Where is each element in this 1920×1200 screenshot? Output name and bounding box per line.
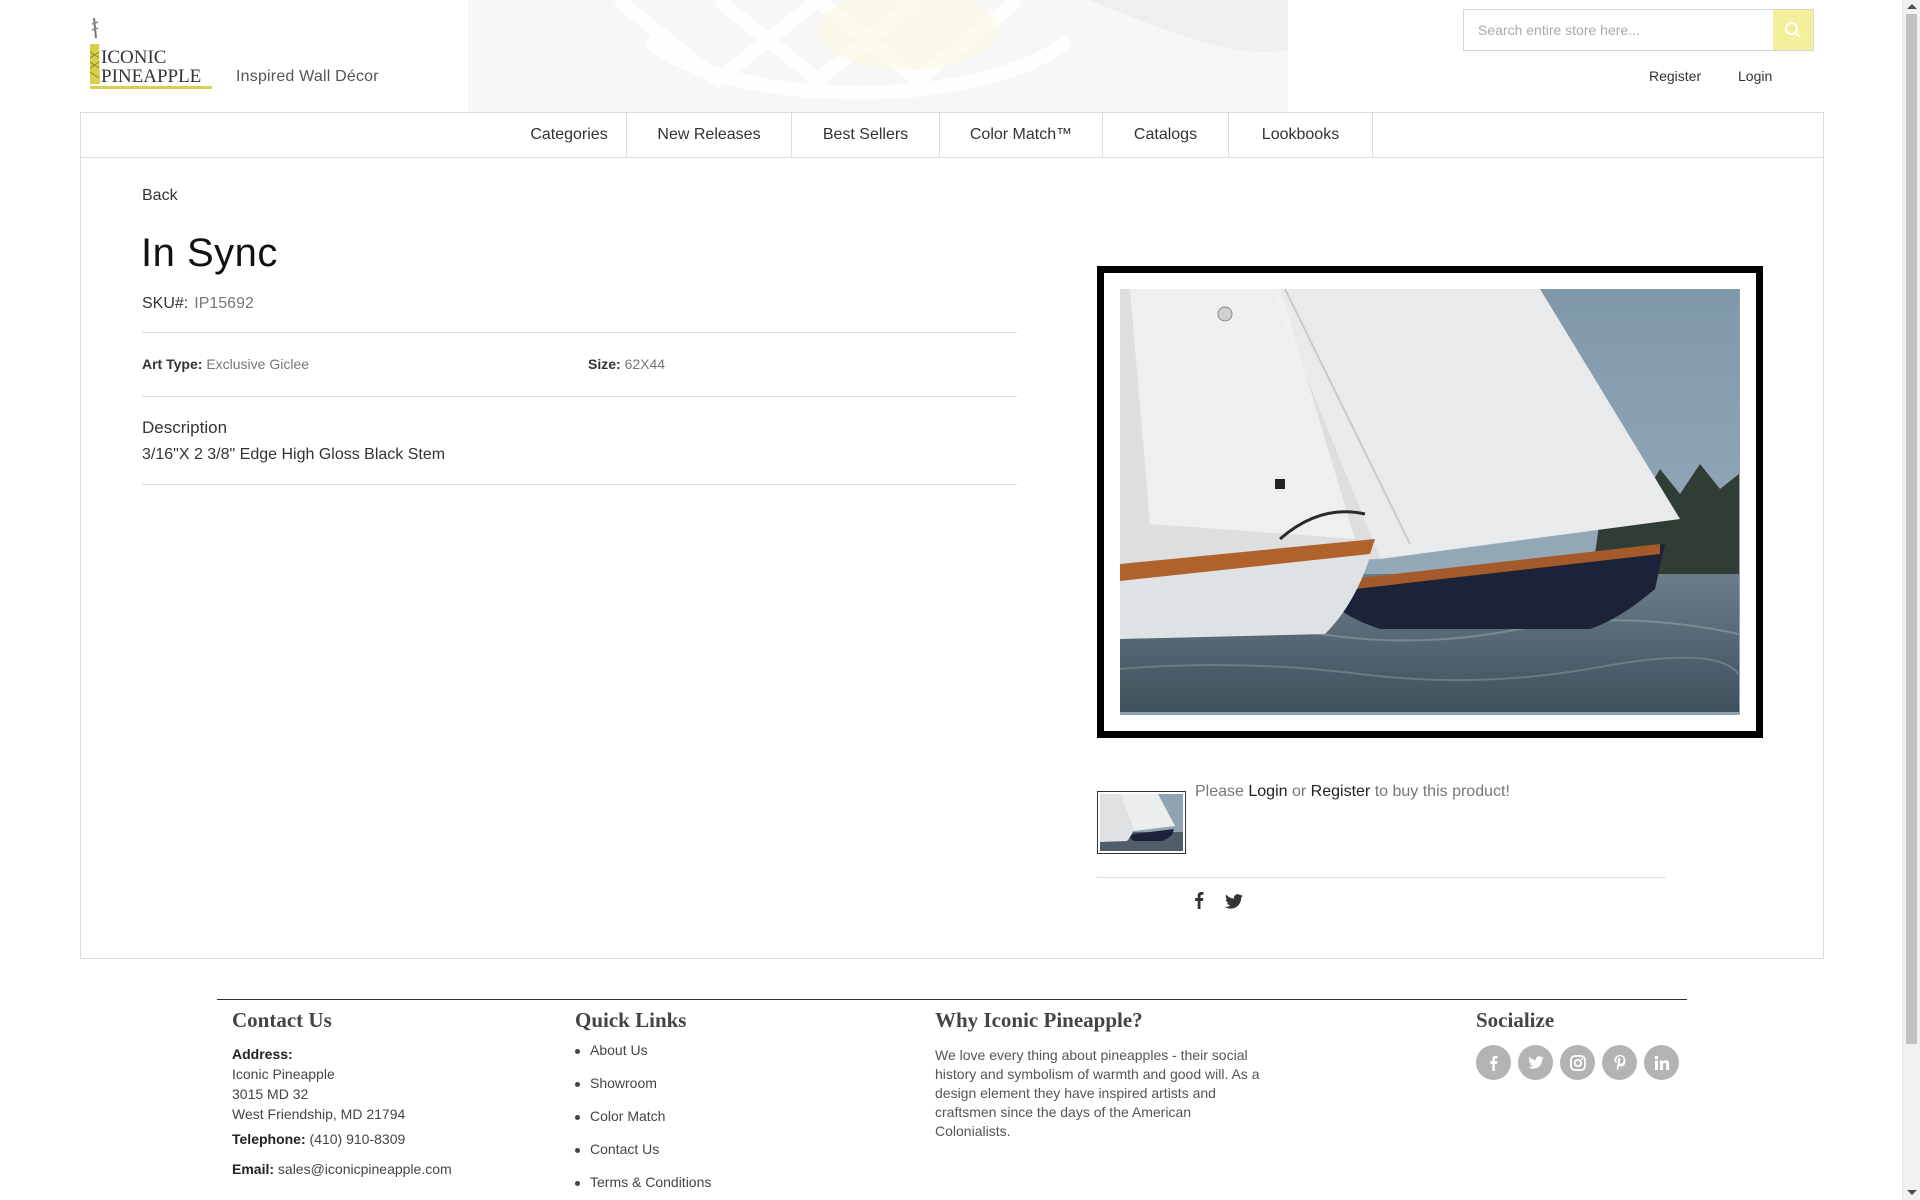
quick-link-showroom[interactable]: Showroom (575, 1075, 711, 1108)
size-label: Size: (588, 356, 621, 372)
product-image[interactable] (1097, 266, 1763, 738)
logo-line1: ICONIC (101, 47, 166, 68)
main-nav-items: Categories New Releases Best Sellers Col… (511, 113, 1373, 157)
address-line-1: Iconic Pineapple (232, 1066, 335, 1082)
nav-new-releases[interactable]: New Releases (627, 113, 792, 157)
buy-suffix: to buy this product! (1374, 783, 1510, 800)
image-mat (1104, 273, 1756, 731)
sailboat-photo (1120, 289, 1740, 715)
social-facebook[interactable] (1476, 1045, 1511, 1080)
scroll-up-arrow-icon[interactable] (1907, 4, 1917, 9)
footer-quick-links-heading: Quick Links (575, 1008, 687, 1032)
email-label: Email: (232, 1161, 275, 1177)
facebook-icon (1195, 892, 1204, 909)
nav-lookbooks[interactable]: Lookbooks (1229, 113, 1373, 157)
product-thumbnail[interactable] (1097, 791, 1186, 854)
description-heading: Description (142, 418, 228, 437)
footer-address: Address: Iconic Pineapple 3015 MD 32 Wes… (232, 1044, 405, 1124)
instagram-icon (1569, 1054, 1586, 1071)
nav-color-match[interactable]: Color Match™ (940, 113, 1103, 157)
register-link[interactable]: Register (1649, 68, 1701, 84)
address-line-2: 3015 MD 32 (232, 1086, 309, 1102)
twitter-icon (1527, 1056, 1544, 1069)
social-twitter[interactable] (1518, 1045, 1553, 1080)
logo-line2: PINEAPPLE (101, 66, 201, 87)
share-twitter[interactable] (1225, 894, 1243, 914)
main-nav: Categories New Releases Best Sellers Col… (81, 113, 1823, 158)
footer-socialize-heading: Socialize (1476, 1008, 1555, 1032)
art-type-value: Exclusive Giclee (206, 356, 310, 372)
twitter-icon (1225, 894, 1243, 909)
social-pinterest[interactable] (1602, 1045, 1637, 1080)
social-instagram[interactable] (1560, 1045, 1595, 1080)
sku-label: SKU#: (142, 295, 189, 312)
scrollbar-thumb[interactable] (1906, 14, 1917, 1044)
nav-catalogs[interactable]: Catalogs (1103, 113, 1229, 157)
sku-value: IP15692 (194, 295, 254, 312)
search-input[interactable] (1464, 10, 1774, 50)
address-line-3: West Friendship, MD 21794 (232, 1106, 406, 1122)
site-tagline: Inspired Wall Décor (236, 68, 379, 85)
telephone-label: Telephone: (232, 1131, 306, 1147)
footer-divider (217, 999, 1687, 1000)
scroll-down-arrow-icon[interactable] (1907, 1190, 1917, 1195)
size: Size: 62X44 (588, 356, 665, 372)
footer-telephone: Telephone: (410) 910-8309 (232, 1129, 405, 1149)
share-facebook[interactable] (1194, 891, 1204, 914)
product-sku: SKU#: IP15692 (142, 295, 254, 313)
site-header: ICONIC PINEAPPLE Inspired Wall Décor Reg… (0, 0, 1902, 112)
quick-link-about-us[interactable]: About Us (575, 1042, 711, 1075)
search-button[interactable] (1773, 10, 1813, 50)
product-title: In Sync (141, 231, 278, 275)
quick-link-contact-us[interactable]: Contact Us (575, 1141, 711, 1174)
pinterest-icon (1614, 1055, 1625, 1071)
linkedin-icon (1654, 1055, 1669, 1070)
size-value: 62X44 (624, 356, 666, 372)
share-divider (1097, 877, 1666, 878)
social-linkedin[interactable] (1644, 1045, 1679, 1080)
search-icon (1785, 22, 1801, 38)
quick-link-terms[interactable]: Terms & Conditions (575, 1174, 711, 1200)
divider (142, 332, 1017, 333)
search-box (1463, 9, 1814, 51)
buy-register-link[interactable]: Register (1311, 783, 1371, 800)
quick-links-list: About Us Showroom Color Match Contact Us… (575, 1042, 711, 1200)
back-link[interactable]: Back (142, 187, 178, 205)
footer-why-text: We love every thing about pineapples - t… (935, 1047, 1260, 1139)
header-decoration (468, 0, 1288, 112)
login-link[interactable]: Login (1738, 68, 1772, 84)
telephone-value[interactable]: (410) 910-8309 (310, 1131, 406, 1147)
footer-why-heading: Why Iconic Pineapple? (935, 1008, 1143, 1032)
footer-contact-heading: Contact Us (232, 1008, 332, 1032)
vertical-scrollbar[interactable] (1902, 0, 1920, 1200)
facebook-icon (1490, 1055, 1498, 1071)
buy-message: Please Login or Register to buy this pro… (1195, 783, 1510, 801)
footer-email: Email: sales@iconicpineapple.com (232, 1159, 452, 1179)
quick-link-color-match[interactable]: Color Match (575, 1108, 711, 1141)
buy-prefix: Please (1195, 783, 1244, 800)
site-logo[interactable]: ICONIC PINEAPPLE (89, 14, 215, 90)
divider (142, 484, 1017, 485)
description-text: 3/16"X 2 3/8" Edge High Gloss Black Stem (142, 446, 446, 463)
art-type: Art Type: Exclusive Giclee (142, 356, 309, 372)
buy-or: or (1291, 783, 1307, 800)
thumbnail-image (1100, 794, 1183, 851)
nav-best-sellers[interactable]: Best Sellers (792, 113, 940, 157)
divider (142, 396, 1017, 397)
nav-categories[interactable]: Categories (511, 113, 627, 157)
buy-login-link[interactable]: Login (1248, 783, 1287, 800)
email-link[interactable]: sales@iconicpineapple.com (278, 1161, 452, 1177)
main-content: Categories New Releases Best Sellers Col… (80, 112, 1824, 959)
address-label: Address: (232, 1046, 293, 1062)
art-type-label: Art Type: (142, 356, 203, 372)
